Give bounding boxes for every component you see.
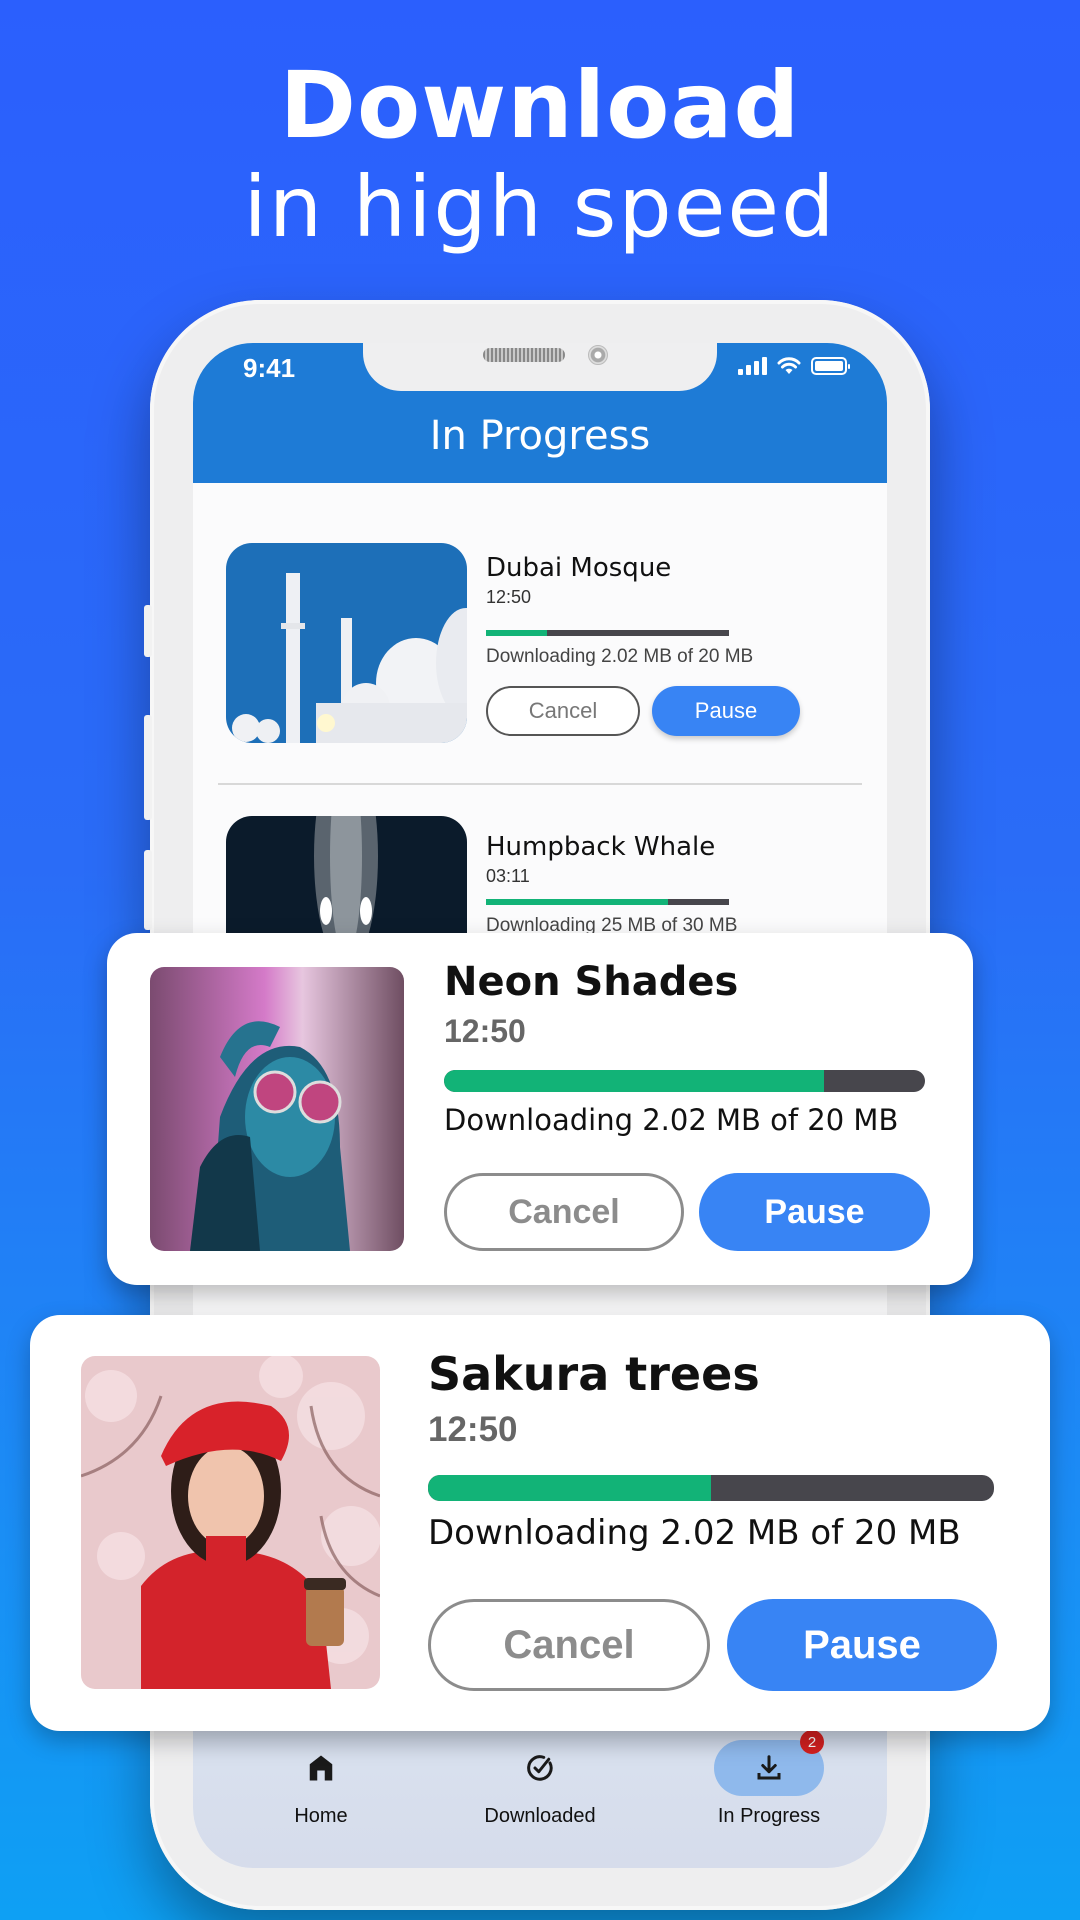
notch (363, 343, 717, 391)
wifi-icon (777, 357, 801, 374)
phone-side-button (144, 715, 152, 820)
check-circle-icon (527, 1755, 553, 1781)
pause-button[interactable]: Pause (727, 1599, 997, 1691)
cancel-button[interactable]: Cancel (444, 1173, 684, 1251)
card-duration: 12:50 (444, 1013, 526, 1049)
thumbnail-sakura-trees (81, 1356, 380, 1689)
status-icons (738, 357, 850, 375)
item-duration: 03:11 (486, 866, 530, 886)
progress-bar (486, 630, 729, 636)
battery-icon (811, 357, 850, 375)
phone-side-button (144, 850, 152, 930)
thumbnail-dubai-mosque (226, 543, 467, 743)
download-status: Downloading 2.02 MB of 20 MB (444, 1103, 899, 1137)
nav-label: Downloaded (484, 1805, 596, 1827)
download-card-sakura-trees[interactable]: Sakura trees 12:50 Downloading 2.02 MB o… (30, 1315, 1050, 1731)
download-status: Downloading 2.02 MB of 20 MB (486, 646, 754, 667)
speaker-grille (483, 348, 565, 362)
thumbnail-neon-shades (150, 967, 404, 1251)
nav-item-downloaded[interactable]: Downloaded (440, 1741, 640, 1828)
progress-bar (444, 1070, 925, 1092)
progress-fill (444, 1070, 824, 1092)
status-time: 9:41 (243, 353, 296, 383)
notification-badge: 2 (800, 1730, 824, 1754)
download-card-neon-shades[interactable]: Neon Shades 12:50 Downloading 2.02 MB of… (107, 933, 973, 1285)
card-title: Neon Shades (444, 959, 739, 1005)
pause-button[interactable]: Pause (699, 1173, 930, 1251)
hero-title: Download (279, 52, 801, 159)
nav-item-in-progress[interactable]: 2 In Progress (669, 1730, 869, 1828)
divider (218, 783, 862, 785)
bottom-navigation: Home Downloaded 2 In Progress (193, 1713, 887, 1868)
card-title: Sakura trees (428, 1347, 760, 1401)
cancel-button[interactable]: Cancel (486, 686, 640, 736)
front-camera (588, 345, 608, 365)
progress-fill (486, 899, 669, 905)
progress-fill (486, 630, 547, 636)
signal-icon (738, 357, 767, 375)
item-duration: 12:50 (486, 587, 532, 607)
download-status: Downloading 2.02 MB of 20 MB (428, 1513, 961, 1553)
item-title: Dubai Mosque (486, 553, 672, 583)
pause-button[interactable]: Pause (652, 686, 800, 736)
app-bar: 9:41 In Progress (193, 343, 887, 483)
progress-bar (428, 1475, 994, 1501)
progress-fill (428, 1475, 711, 1501)
card-duration: 12:50 (428, 1410, 518, 1449)
item-title: Humpback Whale (486, 832, 716, 862)
phone-side-button (144, 605, 152, 657)
hero-subtitle: in high speed (243, 158, 837, 256)
nav-item-home[interactable]: Home (221, 1741, 421, 1828)
page-title: In Progress (429, 413, 651, 459)
home-icon (309, 1755, 333, 1781)
nav-label: Home (294, 1805, 348, 1827)
nav-label: In Progress (717, 1805, 821, 1827)
progress-bar (486, 899, 729, 905)
download-icon (757, 1755, 781, 1780)
cancel-button[interactable]: Cancel (428, 1599, 710, 1691)
active-indicator: 2 (714, 1730, 824, 1796)
